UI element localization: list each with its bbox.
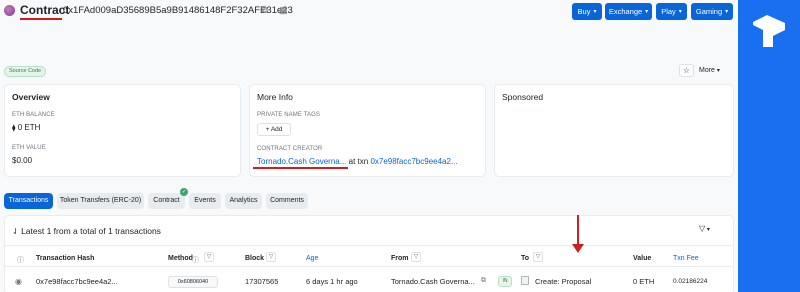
from-filter-icon[interactable]: ▽ (411, 252, 421, 262)
gaming-button[interactable]: Gaming ▾ (691, 3, 733, 20)
page-title: Contract (20, 3, 70, 17)
copy-icon[interactable]: ⧉ (481, 277, 486, 285)
header-txn-fee[interactable]: Txn Fee (673, 255, 699, 262)
chevron-down-icon: ▾ (716, 68, 720, 74)
header-to: To (521, 255, 530, 262)
eth-value-value: $0.00 (12, 156, 33, 165)
more-info-title: More Info (257, 92, 293, 102)
annotation-underline (253, 167, 348, 169)
block-filter-icon[interactable]: ▽ (266, 252, 276, 262)
more-button-label: More (699, 67, 715, 74)
row-txn-hash[interactable]: 0x7e98facc7bc9ee4a2... (36, 277, 118, 286)
method-filter-icon[interactable]: ▽ (204, 252, 214, 262)
at-txn-text: at txn (348, 157, 369, 166)
row-block-link[interactable]: 17307565 (245, 277, 278, 286)
tab-events[interactable]: Events (189, 193, 221, 209)
contract-creator-label: CONTRACT CREATOR (257, 146, 323, 152)
contract-avatar-icon (4, 5, 15, 16)
ethereum-icon: ⧫ (12, 125, 16, 132)
eth-balance-amount: 0 ETH (17, 123, 41, 132)
direction-badge: IN (498, 276, 512, 287)
tab-comments[interactable]: Comments (266, 193, 308, 209)
creator-address-link[interactable]: Tornado.Cash Governa... (257, 157, 346, 166)
header: Contract 0x1FAd009aD35689B5a9B91486148F2… (0, 0, 738, 24)
source-code-badge[interactable]: Source Code (4, 66, 47, 77)
tenderly-logo-icon (753, 15, 785, 47)
more-button[interactable]: More ▾ (699, 64, 731, 77)
header-age[interactable]: Age (306, 255, 318, 262)
buy-button-label: Buy (577, 7, 591, 16)
chevron-down-icon: ▾ (593, 9, 597, 15)
eth-value-label: ETH VALUE (12, 145, 46, 151)
more-info-card: More Info PRIVATE NAME TAGS + Add CONTRA… (249, 84, 486, 177)
row-method-badge: 0x60806040 (168, 276, 218, 288)
sponsored-card: Sponsored (494, 84, 734, 177)
tab-token-transfers[interactable]: Token Transfers (ERC-20) (57, 193, 144, 209)
to-filter-icon[interactable]: ▽ (533, 252, 543, 262)
sort-icon: ⇃ (12, 227, 19, 236)
exchange-button[interactable]: Exchange ▾ (605, 3, 652, 20)
row-txn-fee: 0.02186224 (673, 278, 708, 285)
add-tag-button[interactable]: + Add (257, 123, 291, 136)
header-block: Block (245, 255, 265, 262)
copy-icon[interactable]: ⧉ (262, 6, 271, 15)
annotation-underline (20, 18, 62, 20)
method-info-icon: ⓘ (192, 257, 199, 264)
filter-button[interactable]: ▽ ▾ (699, 224, 721, 237)
qr-code-icon[interactable]: ▦ (279, 6, 288, 15)
sponsored-title: Sponsored (502, 92, 544, 102)
play-button-label: Play (661, 7, 676, 16)
star-icon[interactable]: ☆ (679, 64, 694, 77)
transactions-summary: ⇃ Latest 1 from a total of 1 transaction… (12, 226, 161, 236)
row-from-link[interactable]: Tornado.Cash Governa... (391, 277, 475, 286)
row-value: 0 ETH (633, 277, 655, 286)
chevron-down-icon: ▾ (705, 227, 710, 233)
creator-txn-link[interactable]: 0x7e98facc7bc9ee4a2... (370, 157, 457, 166)
divider (4, 266, 734, 267)
contract-creator-line: Tornado.Cash Governa... at txn 0x7e98fac… (257, 157, 458, 166)
header-transaction-hash: Transaction Hash (36, 255, 95, 262)
verified-check-icon: ✓ (180, 188, 188, 196)
summary-text: Latest 1 from a total of 1 transactions (21, 226, 161, 236)
eye-icon[interactable]: ◉ (15, 277, 22, 286)
private-name-tags-label: PRIVATE NAME TAGS (257, 112, 320, 118)
exchange-button-label: Exchange (608, 7, 643, 16)
chevron-down-icon: ▾ (725, 9, 729, 15)
header-from: From (391, 255, 409, 262)
gaming-button-label: Gaming (695, 7, 723, 16)
contract-doc-icon (521, 276, 529, 285)
overview-card: Overview ETH BALANCE ⧫ 0 ETH ETH VALUE $… (4, 84, 241, 177)
header-value: Value (633, 255, 652, 262)
annotation-arrow-head (572, 244, 584, 253)
chevron-down-icon: ▾ (645, 9, 649, 15)
brand-panel (738, 0, 800, 292)
eth-balance-value: ⧫ 0 ETH (12, 123, 40, 132)
overview-title: Overview (12, 92, 50, 102)
tab-contract[interactable]: Contract (148, 193, 185, 209)
row-age: 6 days 1 hr ago (306, 277, 358, 286)
contract-address: 0x1FAd009aD35689B5a9B91486148F2F32AFE31e… (63, 5, 293, 16)
chevron-down-icon: ▾ (678, 9, 682, 15)
tab-transactions[interactable]: Transactions (4, 193, 53, 209)
tab-analytics[interactable]: Analytics (225, 193, 262, 209)
row-to[interactable]: Create: Proposal (535, 277, 591, 286)
help-icon: ⓘ (17, 257, 24, 264)
buy-button[interactable]: Buy ▾ (572, 3, 602, 20)
play-button[interactable]: Play ▾ (656, 3, 687, 20)
divider (4, 245, 734, 246)
header-method: Method (168, 255, 193, 262)
eth-balance-label: ETH BALANCE (12, 112, 55, 118)
